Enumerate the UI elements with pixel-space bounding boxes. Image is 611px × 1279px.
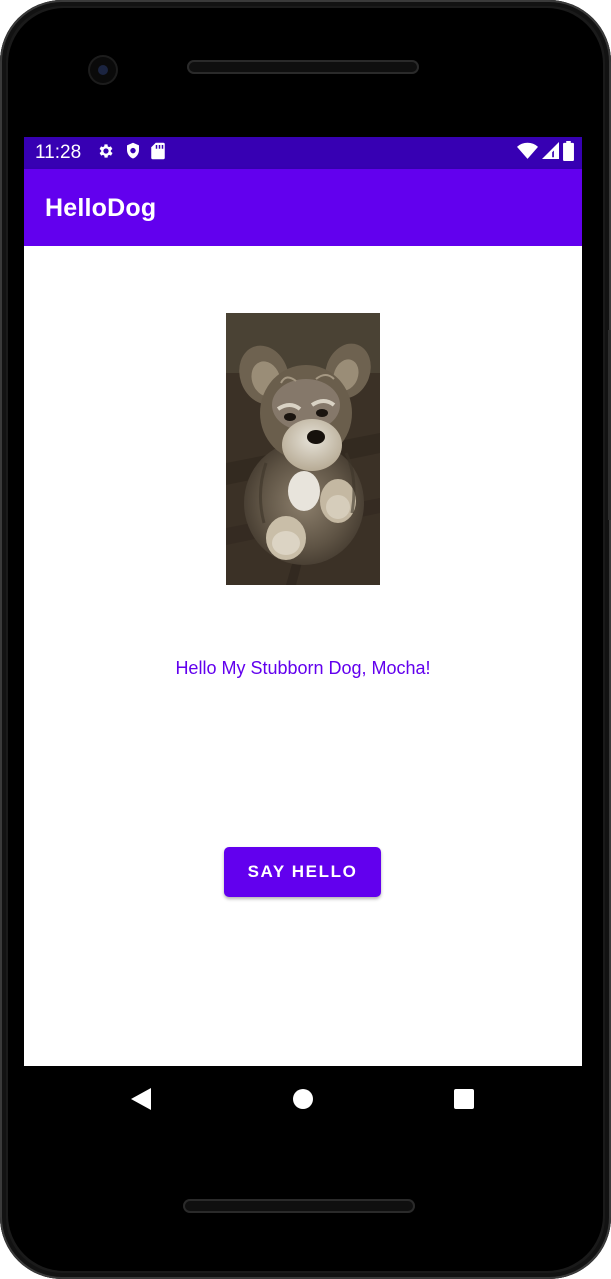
bottom-speaker-grille (183, 1199, 415, 1213)
status-system-icons (517, 140, 574, 166)
back-icon[interactable] (128, 1086, 154, 1112)
status-bar: 11:28 (24, 137, 582, 169)
wifi-icon (517, 142, 538, 165)
recents-icon[interactable] (451, 1086, 477, 1112)
dog-photo (226, 313, 380, 585)
shield-icon (125, 142, 141, 165)
status-notification-icons (97, 142, 165, 165)
phone-frame: 11:28 HelloDog Hello My Stubborn Dog, Mo… (0, 0, 611, 1279)
signal-icon (542, 142, 559, 164)
navigation-bar (24, 1066, 582, 1132)
home-icon[interactable] (290, 1086, 316, 1112)
sd-card-icon (151, 142, 165, 165)
battery-icon (563, 140, 574, 166)
front-camera (90, 57, 116, 83)
say-hello-button[interactable]: SAY HELLO (224, 847, 381, 897)
gear-icon (97, 142, 115, 165)
app-title: HelloDog (45, 194, 157, 222)
top-speaker-grille (187, 60, 419, 74)
status-time: 11:28 (35, 142, 82, 163)
app-bar: HelloDog (24, 169, 582, 246)
device-screen: 11:28 HelloDog Hello My Stubborn Dog, Mo… (24, 137, 582, 1066)
greeting-text: Hello My Stubborn Dog, Mocha! (175, 658, 431, 678)
main-content: Hello My Stubborn Dog, Mocha! SAY HELLO (24, 246, 582, 1066)
